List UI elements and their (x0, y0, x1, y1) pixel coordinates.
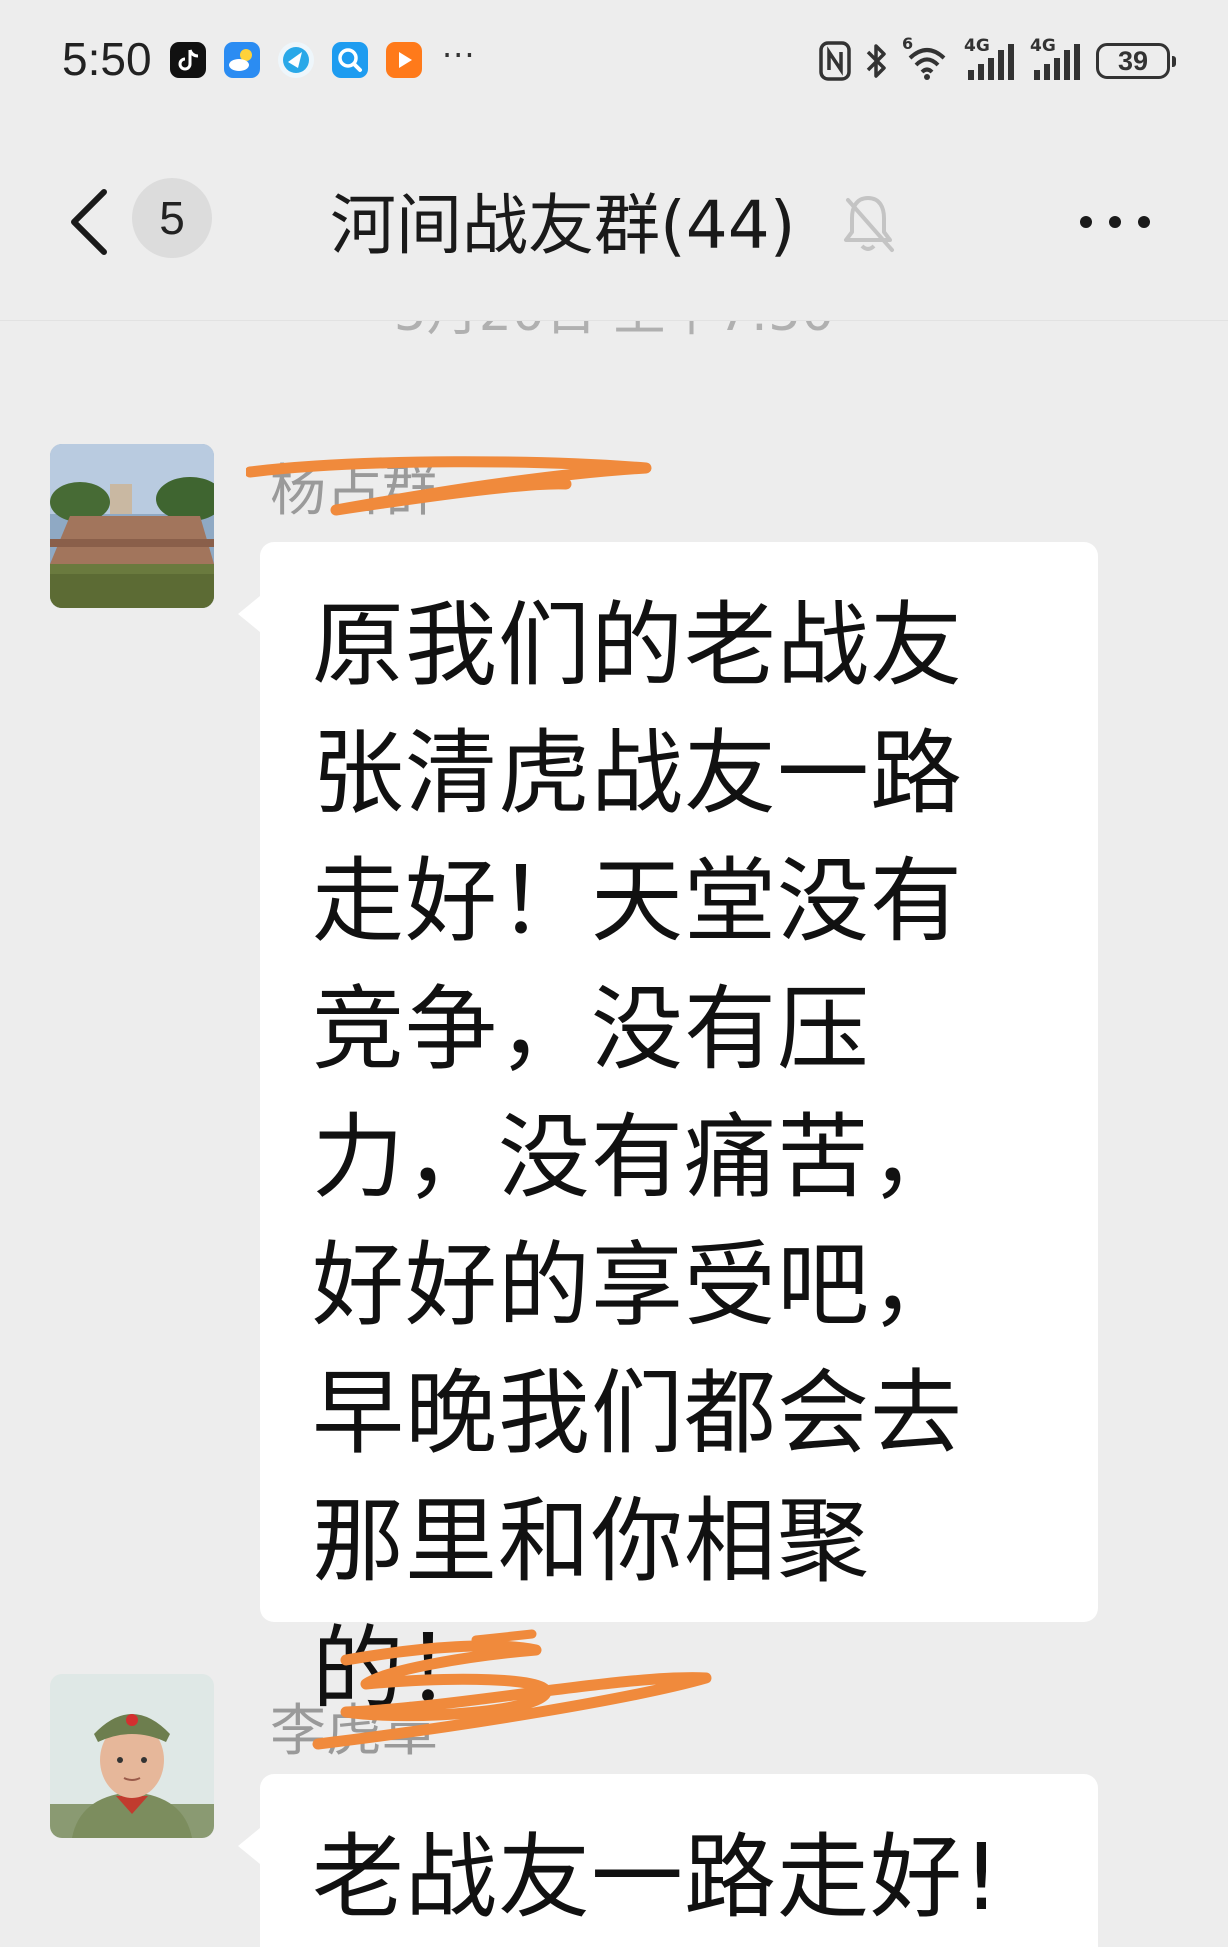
tiktok-icon (170, 42, 206, 78)
browser-icon (278, 42, 314, 78)
wifi-6-label: 6 (902, 34, 914, 53)
mute-bell-icon (844, 196, 894, 252)
message-timestamp: 5月20日 上午7:50 (0, 320, 1228, 345)
unread-count-badge[interactable]: 5 (132, 178, 212, 258)
status-time: 5:50 (62, 33, 152, 85)
search-app-icon (332, 42, 368, 78)
status-indicators: 6 4G 4G 39 (818, 34, 1176, 86)
network-type-label-1: 4G (964, 36, 990, 56)
message-list[interactable]: 5月20日 上午7:50 杨占群 原我们的老战友张清虎战友一路走好！天堂没有竞争… (0, 320, 1228, 1947)
bluetooth-icon (866, 44, 886, 78)
battery-indicator: 39 (1096, 43, 1176, 79)
message-bubble[interactable]: 老战友一路走好! (238, 1774, 1098, 1947)
sender-avatar[interactable] (50, 444, 214, 608)
video-app-icon (386, 42, 422, 78)
sender-avatar[interactable] (50, 1674, 214, 1838)
more-options-icon[interactable] (1078, 214, 1152, 230)
wifi-icon: 6 (902, 34, 952, 82)
signal-icon-2: 4G (1030, 36, 1084, 82)
network-type-label-2: 4G (1030, 36, 1056, 56)
nfc-icon (819, 41, 851, 81)
name-redaction-scribble (312, 1629, 712, 1750)
weather-icon (224, 42, 260, 78)
signal-icon-1: 4G (964, 36, 1018, 82)
chat-title: 河间战友群(44) (330, 187, 796, 264)
name-redaction-scribble (246, 456, 652, 516)
chat-header: 5 河间战友群(44) (0, 120, 1228, 321)
message-bubble[interactable]: 原我们的老战友张清虎战友一路走好！天堂没有竞争，没有压力，没有痛苦，好好的享受吧… (238, 542, 1098, 1723)
back-arrow-icon[interactable] (60, 182, 120, 262)
status-bar: 5:50 ··· 6 4G 4G 39 (0, 0, 1228, 120)
more-notifications-icon: ··· (442, 36, 476, 74)
